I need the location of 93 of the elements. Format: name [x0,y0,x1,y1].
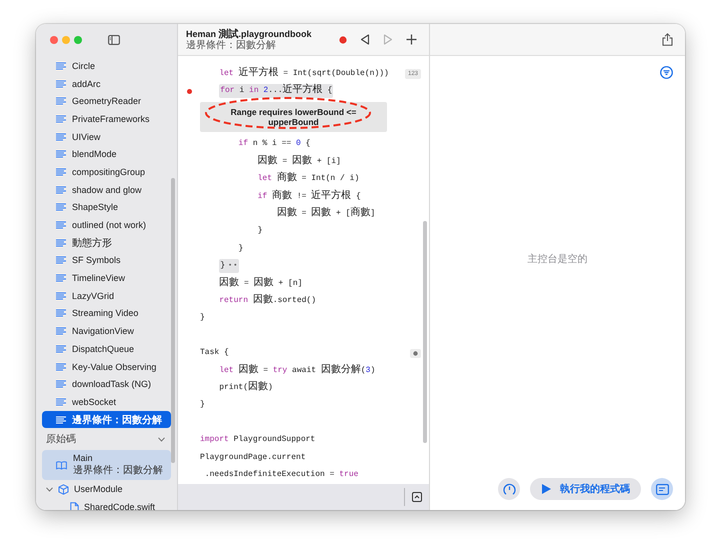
speed-button[interactable] [498,478,520,500]
text-lines-icon [56,132,66,141]
text-lines-icon [56,62,66,70]
share-icon[interactable] [662,33,673,46]
code-line: import PlaygroundSupport [200,434,316,446]
text-lines-icon [56,238,66,247]
text-lines-icon [56,362,66,371]
text-lines-icon [56,80,66,88]
window-title: Heman 測試.playgroundbook [186,28,313,40]
code-line: } [200,312,205,324]
sidebar-item[interactable]: Key-Value Observing [42,358,171,376]
sidebar-item[interactable]: PrivateFrameworks [42,110,171,128]
text-lines-icon [56,97,66,106]
code-line: 因數 = 因數 + [i] [258,156,341,168]
record-button[interactable] [339,36,347,44]
add-button[interactable] [406,34,417,45]
circle-icon [413,351,418,356]
sidebar-item[interactable]: TimelineView [42,269,171,287]
text-lines-icon [56,256,66,264]
code-line: if n % i == 0 { [238,138,310,150]
text-lines-icon [56,416,66,424]
sidebar-item[interactable]: LazyVGrid [42,286,171,305]
breakpoint-dot[interactable] [186,88,192,94]
gauge-icon [502,482,516,496]
code-line: } [258,225,262,238]
run-code-button[interactable]: 執行我的程式碼 [530,478,641,500]
text-lines-icon [56,203,66,212]
sidebar-toggle-icon[interactable] [108,35,120,45]
window-subtitle: 邊界條件：因數分解 [186,40,277,50]
sidebar-item[interactable]: Streaming Video [42,304,171,322]
code-line: Task { [200,347,229,360]
code-line: if 商數 != 近平方根 { [258,190,361,203]
text-lines-icon [56,292,66,300]
sidebar-item[interactable]: compositingGroup [42,163,171,181]
item-subtitle: 邊界條件：因數分解 [73,464,163,478]
sidebar-item[interactable]: SF Symbols [42,252,171,270]
code-line: } [200,399,205,412]
sidebar-item[interactable]: webSocket [42,393,171,411]
sidebar-item[interactable]: addArc [42,74,171,92]
text-lines-icon [56,380,66,388]
sidebar-item[interactable]: NavigationView [42,322,171,340]
code-line: 因數 = 因數 + [商數] [276,208,376,220]
sidebar-item[interactable]: 邊界條件：因數分解 [42,410,171,428]
play-icon [542,484,551,494]
code-line: print(因數) [219,382,273,394]
book-icon [56,460,67,470]
code-line: let 近平方根 = Int(sqrt(Double(n))) [219,68,389,80]
text-lines-icon [56,168,66,176]
sidebar-item[interactable]: DispatchQueue [42,340,171,358]
close-button[interactable] [50,36,58,44]
code-line: } [238,242,244,255]
text-lines-icon [56,274,66,282]
expand-panel-icon[interactable] [412,492,422,502]
cube-icon [58,484,69,495]
sidebar-item[interactable]: Circle [42,57,171,75]
console-icon [656,484,668,494]
console-toggle-button[interactable] [651,478,673,500]
text-lines-icon [56,150,66,158]
sidebar-item[interactable]: downloadTask (NG) [42,375,171,394]
error-message: Range requires lowerBound <= upperBound [230,106,356,127]
scrollbar[interactable] [423,221,427,443]
text-lines-icon [56,327,66,336]
code-line: let 因數 = try await 因數分解(3) [219,364,376,377]
back-button[interactable] [360,34,370,45]
chevron-icon[interactable] [158,436,165,442]
text-lines-icon [56,309,66,318]
text-lines-icon [56,398,66,406]
scrollbar[interactable] [171,178,175,463]
code-line: .needsIndefiniteExecution = true [204,468,358,481]
filter-icon[interactable] [660,66,673,79]
sidebar-item[interactable]: blendMode [42,145,171,164]
code-line: 因數 = 因數 + [n] [219,278,302,290]
sidebar-item[interactable]: shadow and glow [42,180,171,198]
item-title: Main [73,453,94,464]
document-icon [70,502,79,510]
chevron-icon[interactable] [46,486,53,492]
sidebar-item[interactable]: outlined (not work) [42,216,171,234]
code-line: PlaygroundPage.current [200,452,306,464]
code-line: let 商數 = Int(n / i) [258,173,360,186]
text-lines-icon [56,114,66,123]
text-lines-icon [56,221,66,230]
result-badge[interactable] [410,349,421,358]
text-lines-icon [56,186,66,194]
section-header: 原始碼 [46,433,76,446]
source-item[interactable]: Main 邊界條件：因數分解 [42,450,171,480]
sidebar-item[interactable]: GeometryReader [42,92,171,110]
code-line: return 因數.sorted() [219,294,316,307]
source-item[interactable]: UserModule [36,480,177,498]
sidebar-item[interactable]: UIView [42,128,171,146]
sidebar-item[interactable]: ShapeStyle [42,198,171,216]
sidebar-item[interactable]: 動態方形 [42,234,171,252]
text-lines-icon [56,344,66,353]
empty-console-message: 主控台是空的 [528,252,588,266]
